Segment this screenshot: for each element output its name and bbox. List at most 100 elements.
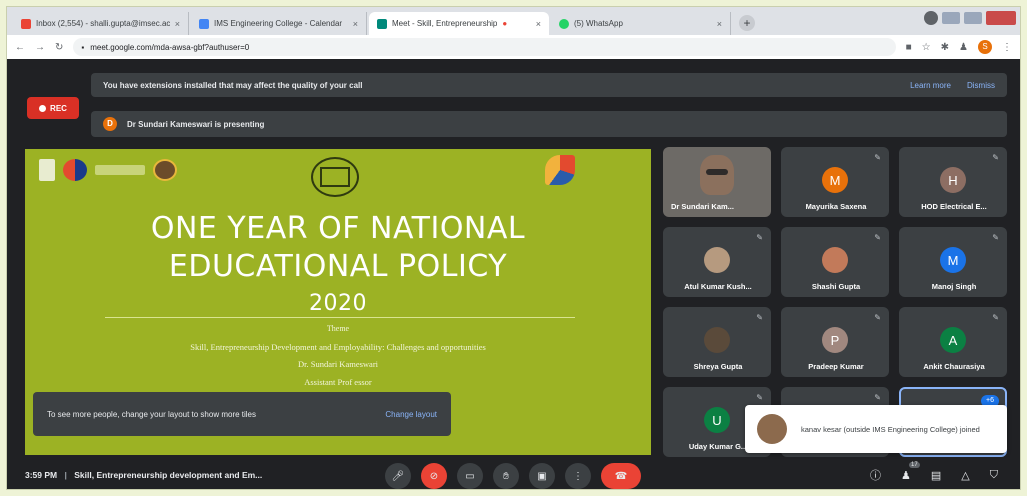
microphone-button[interactable]: 🎤︎: [385, 463, 411, 489]
pin-icon[interactable]: ✎: [874, 393, 881, 402]
meeting-info: 3:59 PM | Skill, Entrepreneurship develo…: [25, 470, 385, 480]
reload-icon[interactable]: ↻: [55, 42, 63, 53]
profile-icon[interactable]: [924, 11, 938, 25]
people-count: 17: [909, 461, 920, 468]
video-icon[interactable]: ■: [906, 42, 912, 53]
close-icon[interactable]: ×: [175, 19, 180, 29]
participant-name: Atul Kumar Kush...: [684, 282, 752, 291]
avatar: M: [940, 247, 966, 273]
tab-calendar[interactable]: IMS Engineering College - Calendar ×: [191, 12, 367, 35]
host-controls-icon[interactable]: ⛉: [990, 469, 998, 482]
star-icon[interactable]: ☆: [922, 42, 931, 53]
participant-tile[interactable]: ✎ M Manoj Singh: [899, 227, 1007, 297]
participant-name: HOD Electrical E...: [921, 202, 987, 211]
banner-text: You have extensions installed that may a…: [103, 80, 363, 90]
learn-more-link[interactable]: Learn more: [910, 81, 951, 90]
layout-tip-message: To see more people, change your layout t…: [47, 409, 257, 419]
participant-name: Shashi Gupta: [811, 282, 861, 291]
avatar-photo: [704, 327, 730, 353]
more-vert-icon: ⋮: [573, 470, 583, 482]
new-tab-button[interactable]: +: [739, 15, 755, 31]
pin-icon[interactable]: ✎: [992, 233, 999, 242]
camera-off-button[interactable]: ⊘: [421, 463, 447, 489]
participant-tile[interactable]: ✎ Atul Kumar Kush...: [663, 227, 771, 297]
close-icon[interactable]: ×: [536, 19, 541, 29]
more-options-button[interactable]: ⋮: [565, 463, 591, 489]
gmail-icon: [21, 18, 31, 29]
person-icon[interactable]: ♟: [959, 42, 968, 53]
pin-icon[interactable]: ✎: [874, 233, 881, 242]
slide-theme-label: Theme: [326, 324, 350, 333]
address-bar[interactable]: ▪ meet.google.com/mda-awsa-gbf?authuser=…: [73, 38, 896, 56]
people-button[interactable]: ♟ 17: [901, 461, 920, 482]
forward-icon[interactable]: →: [35, 42, 45, 53]
rec-label: REC: [50, 103, 67, 113]
back-icon[interactable]: ←: [15, 42, 25, 53]
leave-call-button[interactable]: ☎︎: [601, 463, 641, 489]
tab-whatsapp[interactable]: (5) WhatsApp ×: [551, 12, 731, 35]
avatar-photo: [822, 247, 848, 273]
close-icon[interactable]: ×: [353, 19, 358, 29]
hand-icon: ✋︎: [503, 470, 509, 482]
tab-meet[interactable]: Meet - Skill, Entrepreneurship ● ×: [369, 12, 549, 35]
pin-icon[interactable]: ✎: [756, 313, 763, 322]
tab-gmail[interactable]: Inbox (2,554) - shalli.gupta@imsec.ac.in…: [13, 12, 189, 35]
people-icon: ♟: [901, 469, 911, 482]
participant-tile[interactable]: ✎ Shashi Gupta: [781, 227, 889, 297]
menu-icon[interactable]: ⋮: [1002, 42, 1012, 53]
avatar-photo: [704, 247, 730, 273]
chat-icon[interactable]: ▤: [931, 469, 941, 482]
join-notification-text: kanav kesar (outside IMS Engineering Col…: [801, 424, 980, 434]
participant-name: Shreya Gupta: [693, 362, 743, 371]
pin-icon[interactable]: ✎: [756, 233, 763, 242]
dismiss-button[interactable]: Dismiss: [967, 81, 995, 90]
close-window-button[interactable]: [986, 11, 1016, 25]
avatar: H: [940, 167, 966, 193]
tab-title: Inbox (2,554) - shalli.gupta@imsec.ac.in: [36, 19, 170, 28]
pin-icon[interactable]: ✎: [992, 153, 999, 162]
tab-title: (5) WhatsApp: [574, 19, 623, 28]
slide-year: 2020: [309, 291, 367, 316]
captions-icon: ▭: [465, 470, 475, 482]
info-icon[interactable]: ⓘ: [870, 467, 881, 483]
pin-icon[interactable]: ✎: [874, 153, 881, 162]
participant-tile[interactable]: ✎ A Ankit Chaurasiya: [899, 307, 1007, 377]
calendar-icon: [199, 18, 209, 29]
change-layout-button[interactable]: Change layout: [385, 410, 437, 419]
avatar[interactable]: S: [978, 40, 992, 54]
camera-icon: ▪: [81, 42, 85, 52]
call-controls: 🎤︎ ⊘ ▭ ✋︎ ▣ ⋮ ☎︎: [385, 463, 641, 489]
participant-tile[interactable]: ✎ M Mayurika Saxena: [781, 147, 889, 217]
slide-divider: [105, 317, 575, 318]
minimize-button[interactable]: [942, 12, 960, 24]
record-icon: [39, 104, 47, 112]
pin-icon[interactable]: ✎: [756, 393, 763, 402]
extensions-icon[interactable]: ✱: [941, 42, 949, 53]
meeting-time: 3:59 PM: [25, 470, 58, 480]
presenter-avatar: D: [103, 117, 117, 131]
participant-tile[interactable]: ✎ H HOD Electrical E...: [899, 147, 1007, 217]
avatar: A: [940, 327, 966, 353]
presenter-bar: D Dr Sundari Kameswari is presenting: [91, 111, 1007, 137]
participant-tile[interactable]: ✎ P Pradeep Kumar: [781, 307, 889, 377]
side-controls: ⓘ ♟ 17 ▤ △ ⛉: [870, 461, 998, 483]
present-icon: ▣: [537, 470, 547, 482]
raise-hand-button[interactable]: ✋︎: [493, 463, 519, 489]
slide-subtitle: Skill, Entrepreneurship Development and …: [190, 342, 486, 352]
participant-tile[interactable]: ✎ Shreya Gupta: [663, 307, 771, 377]
participant-name: Ankit Chaurasiya: [923, 362, 985, 371]
close-icon[interactable]: ×: [717, 19, 722, 29]
aicte-logo-icon: [153, 159, 177, 181]
pin-icon[interactable]: ✎: [874, 313, 881, 322]
avatar: M: [822, 167, 848, 193]
captions-button[interactable]: ▭: [457, 463, 483, 489]
maximize-button[interactable]: [964, 12, 982, 24]
meet-icon: [377, 18, 387, 29]
pin-icon[interactable]: ✎: [992, 313, 999, 322]
whatsapp-icon: [559, 18, 569, 29]
participant-tile[interactable]: Dr Sundari Kam...: [663, 147, 771, 217]
avatar-photo: [757, 414, 787, 444]
present-button[interactable]: ▣: [529, 463, 555, 489]
activities-icon[interactable]: △: [961, 469, 969, 482]
innovation-cell-logo: [95, 165, 145, 175]
